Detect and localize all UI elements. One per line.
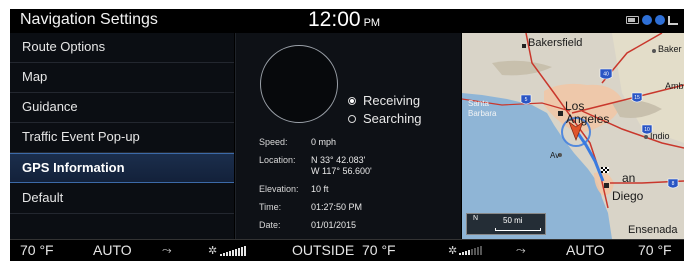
status-icons bbox=[626, 15, 678, 25]
map-scale: N 50 mi bbox=[466, 213, 546, 235]
battery-icon bbox=[626, 16, 639, 24]
map-scale-bar bbox=[495, 228, 541, 231]
city-marker bbox=[558, 111, 563, 116]
right-climate-mode[interactable]: AUTO bbox=[566, 242, 605, 258]
left-climate-mode[interactable]: AUTO bbox=[93, 242, 132, 258]
gps-information-panel: Receiving Searching Speed: 0 mph Locatio… bbox=[235, 33, 461, 239]
status-bar: Navigation Settings 12:00 PM bbox=[10, 9, 684, 33]
map-label-indio: Indio bbox=[650, 131, 670, 141]
highway-shield: 5 bbox=[520, 94, 532, 105]
page-title: Navigation Settings bbox=[20, 11, 158, 28]
map-label-san: an bbox=[622, 171, 636, 185]
map-label-ensenada: Ensenada bbox=[628, 224, 678, 236]
climate-bar: 70 °F AUTO ⤳ ✲ OUTSIDE 70 °F ✲ ⤳ AUTO 70… bbox=[10, 239, 684, 261]
menu-item-guidance[interactable]: Guidance bbox=[10, 93, 234, 123]
highway-shield: 15 bbox=[631, 92, 643, 103]
city-marker bbox=[522, 44, 526, 48]
menu-item-route-options[interactable]: Route Options bbox=[10, 33, 234, 63]
map-label-los: Los bbox=[565, 99, 585, 113]
signal-icon bbox=[668, 15, 678, 25]
settings-menu: Route Options Map Guidance Traffic Event… bbox=[10, 33, 234, 239]
right-temperature[interactable]: 70 °F bbox=[638, 242, 672, 258]
status-receiving-label: Receiving bbox=[363, 93, 421, 108]
time-value: 01:27:50 PM bbox=[311, 202, 363, 212]
highway-shield-number: 8 bbox=[672, 181, 675, 187]
bluetooth-icon bbox=[642, 15, 652, 25]
destination-flag-icon bbox=[601, 167, 609, 173]
menu-item-traffic-event-popup[interactable]: Traffic Event Pop-up bbox=[10, 123, 234, 153]
elevation-label: Elevation: bbox=[259, 184, 299, 194]
menu-item-gps-information[interactable]: GPS Information bbox=[10, 153, 234, 183]
map-view[interactable]: 40 5 15 10 8 Bakersfield Baker Amb Santa… bbox=[462, 33, 684, 239]
infotainment-screen: Navigation Settings 12:00 PM Route Option… bbox=[10, 9, 684, 261]
date-value: 01/01/2015 bbox=[311, 220, 357, 230]
seat-airflow-icon[interactable]: ⤳ bbox=[162, 243, 172, 258]
elevation-value: 10 ft bbox=[311, 184, 329, 194]
highway-shield-number: 15 bbox=[634, 95, 640, 101]
status-searching: Searching bbox=[348, 111, 422, 126]
map-label-bakersfield: Bakersfield bbox=[528, 37, 583, 49]
radio-unselected-icon bbox=[348, 114, 356, 123]
map-label-diego: Diego bbox=[612, 189, 644, 203]
fan-icon[interactable]: ✲ bbox=[208, 244, 217, 257]
speed-value: 0 mph bbox=[311, 137, 337, 147]
mountain-area bbox=[492, 60, 552, 76]
fan-speed-indicator bbox=[459, 246, 482, 255]
map-label-av: Av bbox=[550, 151, 560, 160]
map-label-amb: Amb bbox=[665, 81, 684, 91]
speed-label: Speed: bbox=[259, 137, 288, 147]
outside-temperature: 70 °F bbox=[362, 242, 396, 258]
map-label-baker: Baker bbox=[658, 44, 682, 54]
highway-shield: 8 bbox=[667, 178, 679, 189]
menu-item-default[interactable]: Default bbox=[10, 184, 234, 214]
city-marker bbox=[604, 183, 609, 188]
seat-airflow-icon[interactable]: ⤳ bbox=[516, 243, 526, 258]
outside-label: OUTSIDE bbox=[292, 242, 355, 258]
status-receiving: Receiving bbox=[348, 93, 420, 108]
fan-speed-indicator bbox=[220, 246, 246, 256]
highway-shield-number: 40 bbox=[603, 72, 609, 78]
time-label: Time: bbox=[259, 202, 282, 212]
map-label-barbara: Barbara bbox=[468, 109, 497, 118]
date-label: Date: bbox=[259, 220, 281, 230]
satellite-sky-view bbox=[260, 45, 338, 123]
town-marker bbox=[644, 135, 648, 139]
map-scale-text: 50 mi bbox=[503, 216, 523, 225]
highway-shield: 40 bbox=[599, 68, 613, 80]
bluetooth-icon bbox=[655, 15, 665, 25]
map-label-angeles: Angeles bbox=[566, 112, 610, 126]
menu-item-map[interactable]: Map bbox=[10, 63, 234, 93]
latitude-value: N 33° 42.083' bbox=[311, 155, 366, 165]
town-marker bbox=[652, 49, 656, 53]
fan-icon[interactable]: ✲ bbox=[448, 244, 457, 257]
north-arrow-icon: N bbox=[473, 215, 479, 222]
clock-ampm: PM bbox=[363, 17, 381, 29]
location-label: Location: bbox=[259, 155, 296, 165]
longitude-value: W 117° 56.600' bbox=[311, 166, 372, 176]
clock: 12:00 PM bbox=[308, 9, 380, 32]
status-searching-label: Searching bbox=[363, 111, 422, 126]
map-label-santa: Santa bbox=[468, 99, 489, 108]
highway-shield-number: 5 bbox=[525, 97, 528, 103]
clock-time: 12:00 bbox=[308, 9, 361, 31]
left-temperature[interactable]: 70 °F bbox=[20, 242, 54, 258]
radio-selected-icon bbox=[348, 96, 356, 105]
